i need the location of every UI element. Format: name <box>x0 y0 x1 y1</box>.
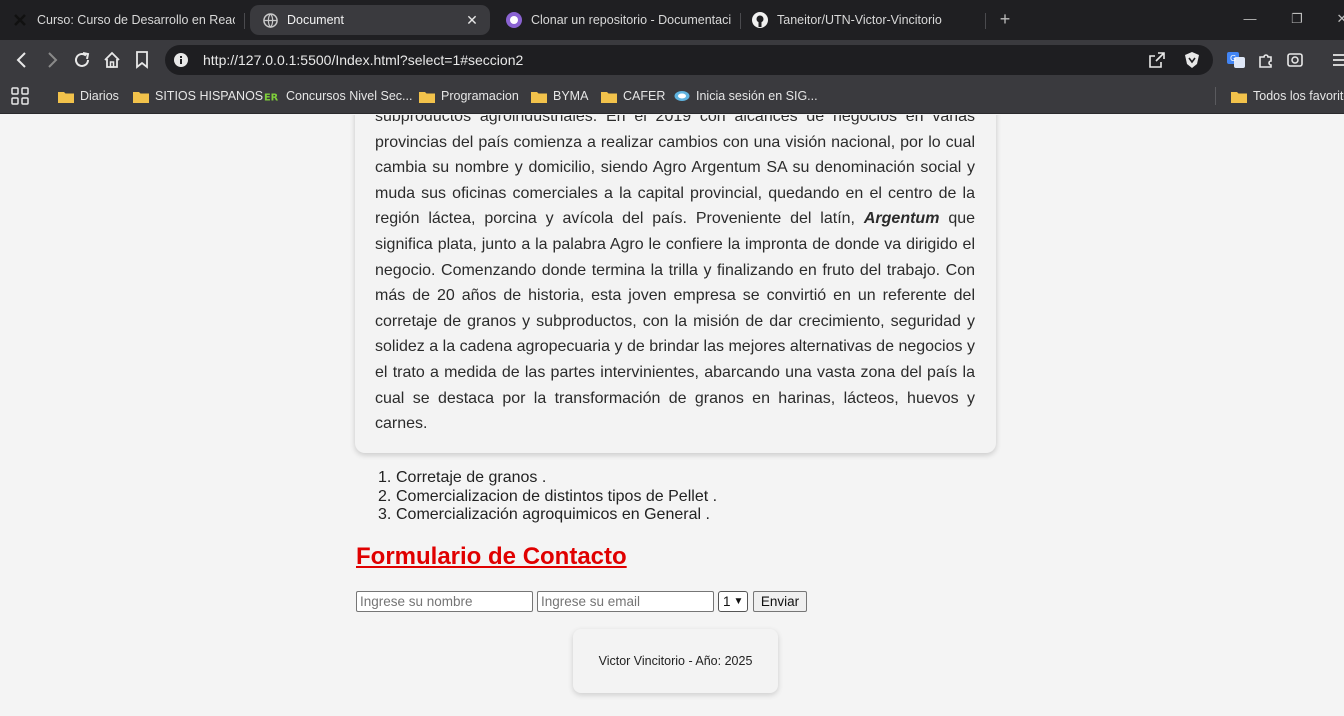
github-icon <box>752 12 768 28</box>
bookmark-all-favorites[interactable]: Todos los favoritos <box>1231 87 1344 105</box>
tab-curso-react[interactable]: Curso: Curso de Desarrollo en React JS <box>12 5 238 35</box>
folder-icon <box>531 89 547 103</box>
forward-icon[interactable] <box>42 50 62 70</box>
close-window-icon[interactable]: ✕ <box>1334 11 1344 27</box>
apps-icon[interactable] <box>11 87 29 105</box>
page-viewport: subproductos agroindustriales. En el 201… <box>0 115 1344 716</box>
name-input[interactable] <box>356 591 533 612</box>
tab-label: Taneitor/UTN-Victor-Vincitorio <box>777 13 942 27</box>
list-item-label: Corretaje de granos . <box>396 469 547 486</box>
about-line: negocio. Comenzando donde termina la tri… <box>375 261 975 279</box>
tab-label: Document <box>287 13 344 27</box>
list-item-label: Comercialización agroquimicos en General… <box>396 506 710 523</box>
bookmark-sig[interactable]: Inicia sesión en SIG... <box>674 87 818 105</box>
folder-icon <box>1231 89 1247 103</box>
bookmark-sitios-hispanos[interactable]: SITIOS HISPANOS <box>133 87 263 105</box>
tab-document[interactable]: Document ✕ <box>250 5 490 35</box>
minimize-icon[interactable]: — <box>1242 11 1258 27</box>
bookmark-label: CAFER <box>623 89 666 103</box>
bookmarks-divider <box>1215 87 1216 105</box>
bookmark-label: Concursos Nivel Sec... <box>286 89 413 103</box>
extensions-icon[interactable] <box>1256 50 1276 70</box>
site-info-icon[interactable] <box>171 50 191 70</box>
footer-text: Victor Vincitorio - Año: 2025 <box>598 654 753 668</box>
bookmark-icon[interactable] <box>132 50 152 70</box>
new-tab-button[interactable]: + <box>995 9 1015 29</box>
contact-form-title[interactable]: Formulario de Contacto <box>356 543 627 571</box>
chevron-down-icon: ▼ <box>733 596 744 607</box>
bookmark-cafer[interactable]: CAFER <box>601 87 665 105</box>
about-line: subproductos agroindustriales. En el 201… <box>375 115 975 125</box>
er-logo-icon: ER <box>264 89 280 103</box>
about-line: más de 20 años de historia, esta joven e… <box>375 287 975 305</box>
about-line: región láctea, porcina y avícola del paí… <box>375 210 855 228</box>
tab-label: Curso: Curso de Desarrollo en React JS <box>37 13 235 27</box>
list-number: 2. <box>378 487 392 505</box>
bookmark-diarios[interactable]: Diarios <box>58 87 119 105</box>
folder-icon <box>601 89 617 103</box>
back-icon[interactable] <box>12 50 32 70</box>
about-line: cual se destaca por la transformación de… <box>375 389 975 407</box>
list-number: 1. <box>378 469 392 486</box>
translate-icon[interactable]: G <box>1226 50 1246 70</box>
edx-icon <box>12 12 28 28</box>
tab-github-docs[interactable]: Clonar un repositorio - Documentación de… <box>506 5 732 35</box>
select-value: 1 <box>723 594 731 609</box>
about-line: significa plata, junto a la palabra Agro… <box>375 235 975 253</box>
about-card: subproductos agroindustriales. En el 201… <box>355 115 996 453</box>
tab-divider <box>740 13 741 29</box>
reload-icon[interactable] <box>72 50 92 70</box>
home-icon[interactable] <box>102 50 122 70</box>
github-docs-icon <box>506 12 522 28</box>
globe-icon <box>262 12 278 28</box>
restore-icon[interactable]: ❐ <box>1289 11 1305 27</box>
folder-icon <box>58 89 74 103</box>
tab-divider <box>244 13 245 29</box>
submit-button[interactable]: Enviar <box>753 591 807 612</box>
list-number: 3. <box>378 506 392 523</box>
services-list: 1. Corretaje de granos . 2. Comercializaci… <box>378 469 718 525</box>
footer: Victor Vincitorio - Año: 2025 <box>573 629 778 693</box>
about-line: carnes. <box>375 415 428 433</box>
quantity-select[interactable]: 1 ▼ <box>718 591 748 612</box>
about-text: subproductos agroindustriales. En el 201… <box>375 115 975 437</box>
url-text[interactable]: http://127.0.0.1:5500/Index.html?select=… <box>203 52 523 68</box>
bookmark-label: BYMA <box>553 89 589 103</box>
bookmark-label: Todos los favoritos <box>1253 89 1344 103</box>
about-emphasis: Argentum <box>863 210 940 228</box>
svg-text:G: G <box>1230 54 1236 63</box>
about-line: el trato a medida de las partes intervin… <box>375 363 975 381</box>
svg-text:ER: ER <box>264 92 279 102</box>
list-item: 1. Corretaje de granos . <box>378 469 717 488</box>
about-line: provincias del país comienza a realizar … <box>375 133 975 151</box>
brave-shield-icon[interactable] <box>1182 50 1202 70</box>
bookmark-concursos[interactable]: ER Concursos Nivel Sec... <box>264 87 412 105</box>
bookmark-programacion[interactable]: Programacion <box>419 87 519 105</box>
about-line: corretaje de granos y subproductos, con … <box>375 312 975 330</box>
folder-icon <box>419 89 435 103</box>
close-tab-icon[interactable]: ✕ <box>464 12 480 28</box>
list-item: 2. Comercializacion de distintos tipos de… <box>378 487 718 507</box>
about-line: solidez a la cadena agropecuaria y de br… <box>375 338 975 356</box>
folder-icon <box>133 89 149 103</box>
email-input[interactable] <box>537 591 714 612</box>
tab-github-repo[interactable]: Taneitor/UTN-Victor-Vincitorio <box>752 5 978 35</box>
tab-label: Clonar un repositorio - Documentación de… <box>531 13 731 27</box>
list-item-label: Comercializacion de distintos tipos de P… <box>396 487 718 505</box>
bookmark-label: Programacion <box>441 89 519 103</box>
leo-icon[interactable] <box>1285 50 1305 70</box>
list-item: 3. Comercialización agroquimicos en Gener… <box>378 506 717 525</box>
about-line: muda sus oficinas comerciales a la capit… <box>375 184 975 202</box>
menu-icon[interactable] <box>1329 50 1344 70</box>
bookmark-label: Diarios <box>80 89 119 103</box>
tab-strip: Curso: Curso de Desarrollo en React JS D… <box>0 0 1344 40</box>
about-line: que <box>948 210 976 228</box>
bookmark-label: Inicia sesión en SIG... <box>696 89 818 103</box>
bookmark-label: SITIOS HISPANOS <box>155 89 264 103</box>
bookmark-byma[interactable]: BYMA <box>531 87 588 105</box>
sig-icon <box>674 89 690 103</box>
share-icon[interactable] <box>1147 50 1167 70</box>
tab-divider <box>985 13 986 29</box>
about-line: cambia su nombre y domicilio, siendo Agr… <box>375 159 975 177</box>
